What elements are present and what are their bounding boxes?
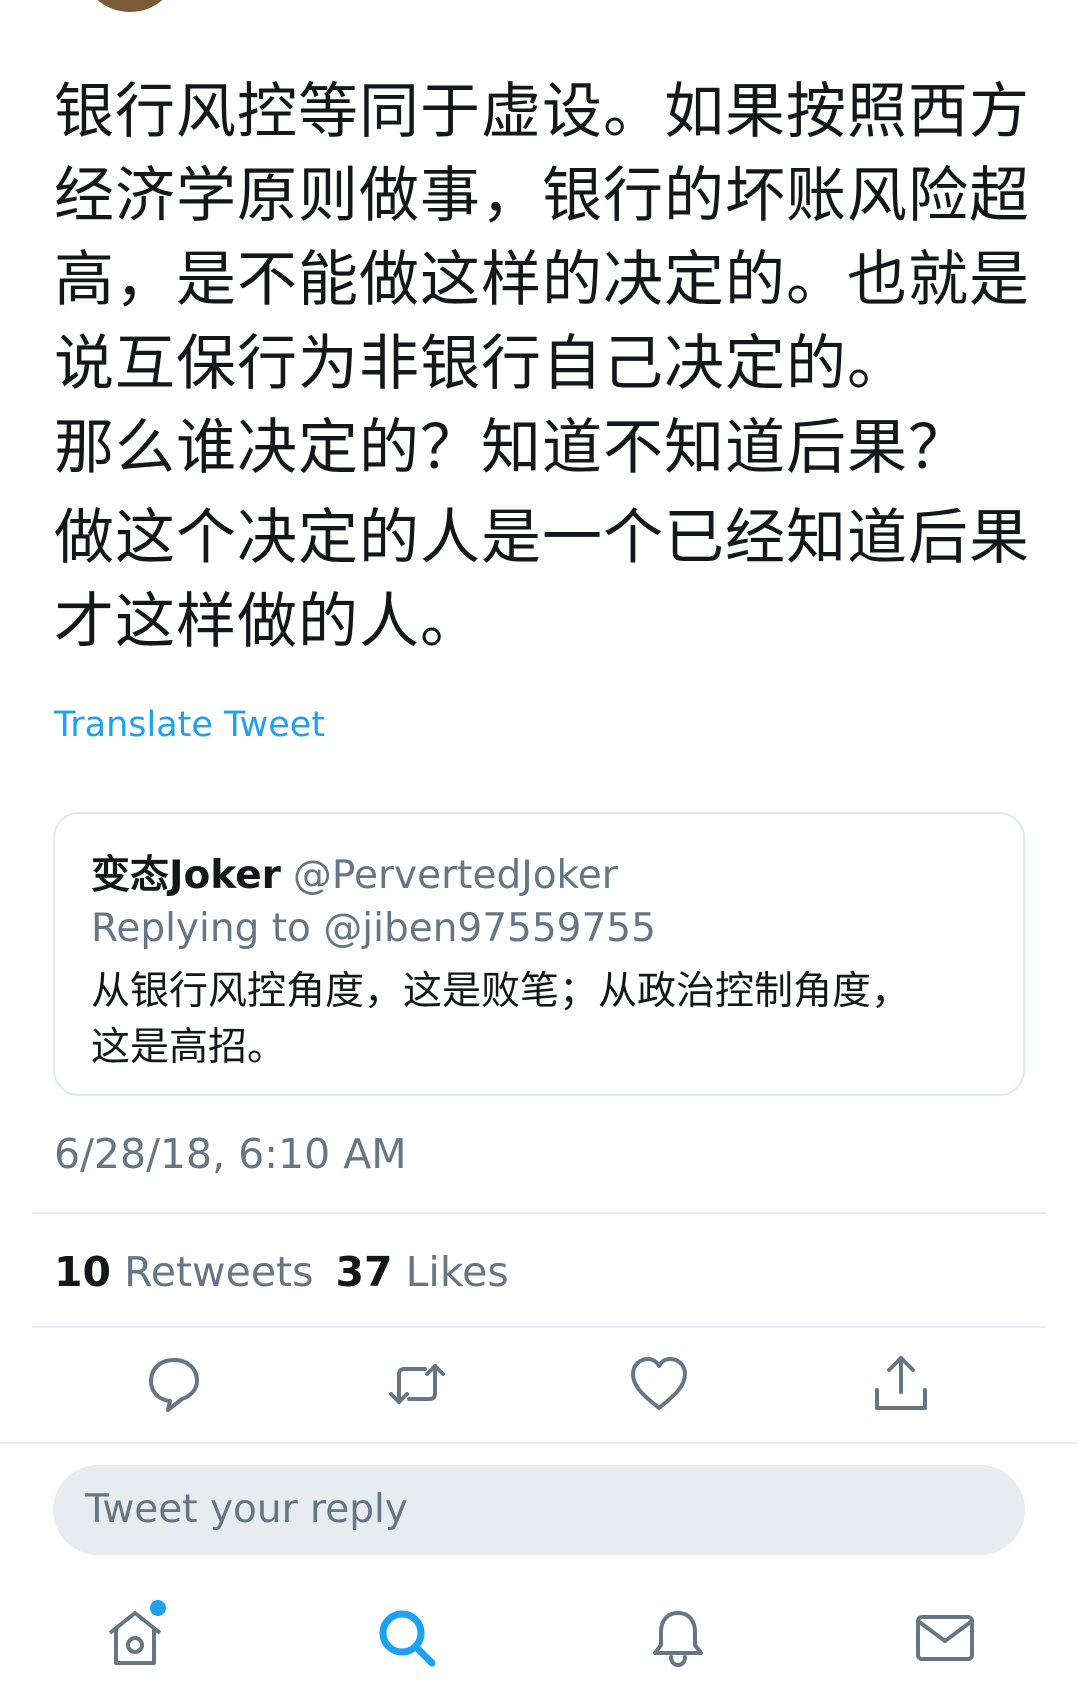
share-icon [875,1356,927,1410]
reply-input[interactable]: Tweet your reply [53,1465,1025,1555]
tab-messages[interactable] [912,1605,978,1671]
share-button[interactable] [869,1352,933,1416]
retweet-button[interactable] [385,1352,449,1416]
quoted-author-name: 变态Joker [91,853,281,898]
quoted-author-handle: @PervertedJoker [292,853,618,898]
retweets-stat[interactable]: 10 Retweets [54,1248,313,1296]
quoted-replying-to: Replying to @jiben97559755 [91,906,656,951]
like-button[interactable] [627,1352,691,1416]
tweet-paragraph: 银行风控等同于虚设。如果按照西方 经济学原则做事，银行的坏账风险超 高，是不能做… [54,77,1030,483]
tweet-timestamp: 6/28/18, 6:10 AM [54,1130,407,1178]
reply-icon [149,1358,199,1412]
divider [32,1212,1046,1214]
likes-count: 37 [335,1248,393,1296]
messages-icon [916,1615,974,1661]
retweets-label: Retweets [124,1248,314,1296]
reply-button[interactable] [142,1352,206,1416]
tab-notifications[interactable] [645,1605,711,1671]
translate-tweet-link[interactable]: Translate Tweet [54,705,325,745]
notifications-icon [653,1611,703,1667]
quoted-tweet-card[interactable]: 变态Joker @PervertedJoker Replying to @jibe… [53,812,1025,1096]
likes-label: Likes [405,1248,509,1296]
tweet-text: 银行风控等同于虚设。如果按照西方 经济学原则做事，银行的坏账风险超 高，是不能做… [54,70,1034,664]
divider [32,1326,1046,1328]
quoted-tweet-text: 从银行风控角度，这是败笔；从政治控制角度， 这是高招。 [91,969,911,1070]
search-icon [379,1610,436,1667]
avatar[interactable] [80,0,180,12]
likes-stat[interactable]: 37 Likes [335,1248,508,1296]
tweet-paragraph: 做这个决定的人是一个已经知道后果 才这样做的人。 [54,503,1030,657]
tab-search[interactable] [374,1605,440,1671]
home-notification-dot [150,1600,166,1616]
divider [0,1442,1078,1444]
retweet-icon [389,1364,445,1404]
quoted-tweet-header: 变态Joker @PervertedJoker [91,844,618,900]
retweets-count: 10 [54,1248,112,1296]
tweet-stats: 10 Retweets 37 Likes [54,1248,509,1296]
like-icon [631,1357,687,1410]
